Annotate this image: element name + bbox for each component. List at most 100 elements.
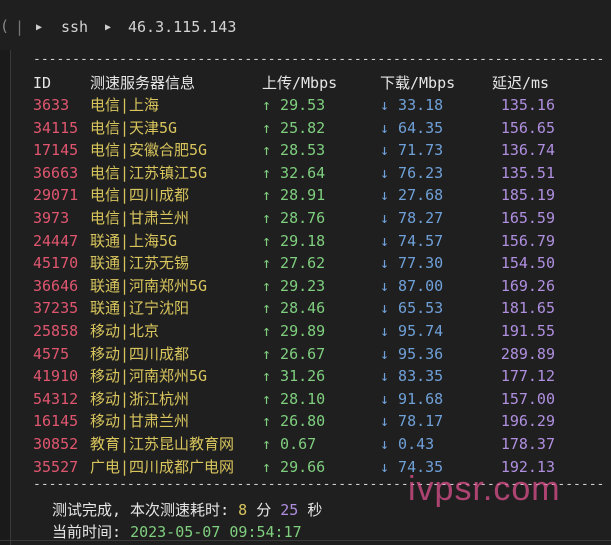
- row-download: ↓ 83.35: [380, 367, 444, 386]
- row-latency: 156.79: [500, 231, 555, 250]
- summary-done-text: 测试完成, 本次测速耗时:: [52, 501, 230, 519]
- row-upload: ↑ 28.91: [262, 186, 326, 205]
- row-latency: 185.19: [500, 186, 555, 205]
- row-server: 电信|江苏镇江5G: [90, 163, 208, 182]
- header-server: 测速服务器信息: [90, 74, 196, 92]
- row-id: 54312: [33, 389, 79, 408]
- breadcrumb-ssh[interactable]: ssh: [61, 18, 88, 36]
- row-latency: 135.51: [500, 163, 555, 182]
- row-latency: 154.50: [500, 254, 555, 273]
- row-id: 29071: [33, 186, 79, 205]
- row-latency: 191.55: [500, 322, 555, 340]
- row-download: ↓ 87.00: [380, 276, 444, 295]
- row-upload: ↑ 28.53: [262, 141, 326, 160]
- row-server: 移动|北京: [90, 322, 160, 340]
- row-server: 联通|江苏无锡: [90, 254, 190, 273]
- summary-time-value: 2023-05-07 09:54:17: [130, 523, 302, 541]
- row-upload: ↑ 27.62: [262, 254, 326, 273]
- summary-minutes-unit: 分: [256, 501, 272, 519]
- row-download: ↓ 91.68: [380, 389, 444, 408]
- row-server: 电信|安徽合肥5G: [90, 141, 208, 160]
- table-row: 36646 联通|河南郑州5G ↑ 29.23 ↓ 87.00 169.26: [0, 275, 611, 297]
- row-upload: ↑ 29.66: [262, 457, 326, 476]
- row-server: 电信|天津5G: [90, 118, 178, 137]
- row-upload: ↑ 29.23: [262, 276, 326, 295]
- table-row: 54312 移动|浙江杭州 ↑ 28.10 ↓ 91.68 157.00: [0, 388, 611, 410]
- row-id: 3633: [33, 96, 70, 114]
- row-server: 教育|江苏昆山教育网: [90, 435, 235, 453]
- row-download: ↓ 95.74: [380, 322, 444, 340]
- table-row: 41910 移动|河南郑州5G ↑ 31.26 ↓ 83.35 177.12: [0, 365, 611, 387]
- row-upload: ↑ 26.80: [262, 412, 326, 431]
- header-latency: 延迟/ms: [492, 74, 550, 92]
- table-row: 3973 电信|甘肃兰州 ↑ 28.76 ↓ 78.27 165.59: [0, 207, 611, 229]
- row-upload: ↑ 26.67: [262, 344, 326, 363]
- summary-seconds-unit: 秒: [307, 501, 323, 519]
- table-row: 34115 电信|天津5G ↑ 25.82 ↓ 64.35 156.65: [0, 117, 611, 139]
- row-latency: 178.37: [500, 435, 555, 453]
- row-id: 36646: [33, 276, 79, 295]
- row-upload: ↑ 29.18: [262, 231, 326, 250]
- header-upload: 上传/Mbps: [262, 74, 338, 92]
- row-upload: ↑ 31.26: [262, 367, 326, 386]
- tab-separator: |: [15, 18, 25, 36]
- tab-edge: (: [0, 17, 10, 35]
- row-id: 35527: [33, 457, 79, 476]
- row-server: 移动|浙江杭州: [90, 389, 190, 408]
- table-row: 4575 移动|四川成都 ↑ 26.67 ↓ 95.36 289.89: [0, 343, 611, 365]
- table-row: 17145 电信|安徽合肥5G ↑ 28.53 ↓ 71.73 136.74: [0, 139, 611, 161]
- table-row: 25858 移动|北京 ↑ 29.89 ↓ 95.74 191.55: [0, 320, 611, 342]
- watermark-logo: ivpsr.com: [408, 470, 561, 508]
- row-download: ↓ 64.35: [380, 118, 444, 137]
- table-row: 37235 联通|辽宁沈阳 ↑ 28.46 ↓ 65.53 181.65: [0, 297, 611, 319]
- row-latency: 135.16: [500, 96, 555, 114]
- table-row: 29071 电信|四川成都 ↑ 28.91 ↓ 27.68 185.19: [0, 184, 611, 206]
- table-row: 3633 电信|上海 ↑ 29.53 ↓ 33.18 135.16: [0, 94, 611, 116]
- row-download: ↓ 33.18: [380, 96, 444, 114]
- chevron-right-icon: ▶: [105, 22, 112, 33]
- row-id: 45170: [33, 254, 79, 273]
- row-server: 电信|甘肃兰州: [90, 209, 190, 227]
- row-server: 移动|甘肃兰州: [90, 412, 190, 431]
- row-id: 3973: [33, 209, 70, 227]
- row-server: 移动|四川成都: [90, 344, 190, 363]
- row-id: 30852: [33, 435, 79, 453]
- row-server: 联通|辽宁沈阳: [90, 299, 190, 318]
- separator-line-top: ----------------------------------------…: [33, 52, 603, 67]
- row-upload: ↑ 29.89: [262, 322, 326, 340]
- terminal-bottom-border: [0, 540, 611, 541]
- row-id: 37235: [33, 299, 79, 318]
- row-latency: 177.12: [500, 367, 555, 386]
- table-header: ID 测速服务器信息 上传/Mbps 下载/Mbps 延迟/ms: [0, 72, 611, 94]
- row-latency: 169.26: [500, 276, 555, 295]
- summary-time-label: 当前时间:: [52, 523, 122, 541]
- summary-seconds: 25: [280, 501, 299, 519]
- row-server: 电信|上海: [90, 96, 160, 114]
- table-row: 36663 电信|江苏镇江5G ↑ 32.64 ↓ 76.23 135.51: [0, 162, 611, 184]
- row-upload: ↑ 32.64: [262, 163, 326, 182]
- summary-minutes: 8: [238, 501, 248, 519]
- row-download: ↓ 76.23: [380, 163, 444, 182]
- row-server: 联通|上海5G: [90, 231, 178, 250]
- row-id: 34115: [33, 118, 79, 137]
- row-latency: 136.74: [500, 141, 555, 160]
- row-latency: 289.89: [500, 344, 555, 363]
- row-latency: 157.00: [500, 389, 555, 408]
- row-download: ↓ 65.53: [380, 299, 444, 318]
- summary-done: 测试完成, 本次测速耗时: 8 分 25 秒: [52, 499, 322, 521]
- row-download: ↓ 27.68: [380, 186, 444, 205]
- row-download: ↓ 71.73: [380, 141, 444, 160]
- row-latency: 181.65: [500, 299, 555, 318]
- table-row: 24447 联通|上海5G ↑ 29.18 ↓ 74.57 156.79: [0, 230, 611, 252]
- row-id: 17145: [33, 141, 79, 160]
- row-download: ↓ 74.57: [380, 231, 444, 250]
- row-id: 25858: [33, 322, 79, 340]
- row-upload: ↑ 28.10: [262, 389, 326, 408]
- row-download: ↓ 78.27: [380, 209, 444, 227]
- breadcrumb-host[interactable]: 46.3.115.143: [128, 18, 236, 36]
- row-latency: 165.59: [500, 209, 555, 227]
- row-server: 联通|河南郑州5G: [90, 276, 208, 295]
- row-server: 广电|四川成都广电网: [90, 457, 235, 476]
- row-id: 4575: [33, 344, 70, 363]
- row-id: 41910: [33, 367, 79, 386]
